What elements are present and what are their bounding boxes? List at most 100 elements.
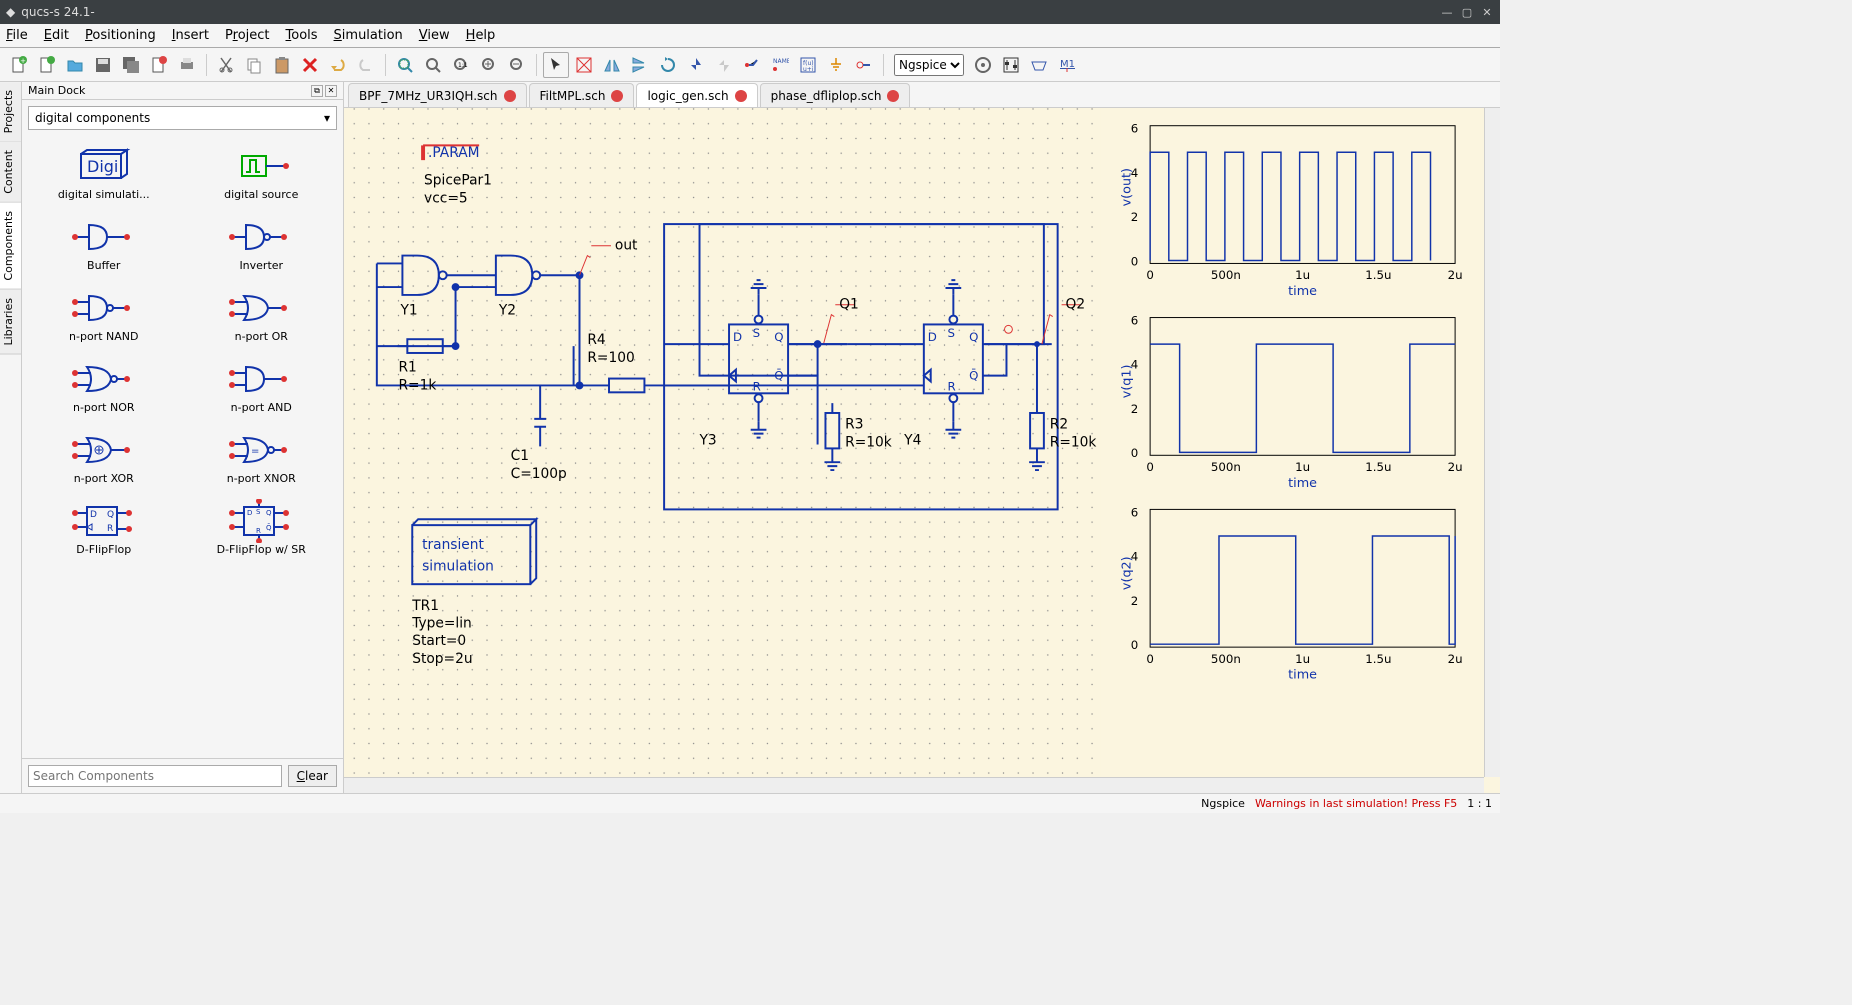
menu-edit[interactable]: Edit bbox=[44, 28, 69, 43]
clear-button[interactable]: Clear bbox=[288, 765, 337, 787]
menu-tools[interactable]: Tools bbox=[286, 28, 318, 43]
select-tool-button[interactable] bbox=[543, 52, 569, 78]
svg-text:D: D bbox=[90, 510, 97, 520]
component-nport-nand[interactable]: n-port NAND bbox=[28, 282, 180, 347]
zoom-11-button[interactable]: 1:1 bbox=[448, 52, 474, 78]
ground-tool-button[interactable] bbox=[823, 52, 849, 78]
menu-project[interactable]: Project bbox=[225, 28, 270, 43]
mirror-h-button[interactable] bbox=[599, 52, 625, 78]
svg-text:4: 4 bbox=[1131, 550, 1139, 564]
svg-text:u+i: u+i bbox=[803, 66, 814, 73]
svg-text:Q1: Q1 bbox=[839, 297, 859, 313]
equation-tool-button[interactable]: f(u)u+i bbox=[795, 52, 821, 78]
simulate-button[interactable] bbox=[970, 52, 996, 78]
wire-tool-button[interactable] bbox=[739, 52, 765, 78]
schematic-canvas[interactable]: .PARAM SpicePar1 vcc=5 bbox=[344, 108, 1484, 777]
menubar: File Edit Positioning Insert Project Too… bbox=[0, 24, 1500, 48]
component-label: Inverter bbox=[239, 259, 283, 272]
zoom-fit-button[interactable] bbox=[392, 52, 418, 78]
close-icon[interactable] bbox=[504, 90, 516, 102]
delete-button[interactable] bbox=[297, 52, 323, 78]
simulator-select[interactable]: Ngspice bbox=[894, 54, 964, 76]
paste-button[interactable] bbox=[269, 52, 295, 78]
tab-logic-gen[interactable]: logic_gen.sch bbox=[636, 83, 757, 107]
zoom-out-button[interactable] bbox=[504, 52, 530, 78]
tab-bpf[interactable]: BPF_7MHz_UR3IQH.sch bbox=[348, 83, 527, 107]
svg-text:vcc=5: vcc=5 bbox=[424, 190, 468, 206]
close-icon[interactable] bbox=[611, 90, 623, 102]
dock-close-button[interactable]: ✕ bbox=[325, 85, 337, 97]
close-file-button[interactable] bbox=[146, 52, 172, 78]
copy-button[interactable] bbox=[241, 52, 267, 78]
component-d-flipflop[interactable]: DQRD-FlipFlop bbox=[28, 495, 180, 560]
menu-file[interactable]: File bbox=[6, 28, 28, 43]
sidetab-components[interactable]: Components bbox=[0, 203, 21, 290]
component-nport-nor[interactable]: n-port NOR bbox=[28, 353, 180, 418]
tune-button[interactable] bbox=[998, 52, 1024, 78]
component-buffer[interactable]: Buffer bbox=[28, 211, 180, 276]
search-input[interactable] bbox=[28, 765, 282, 787]
print-button[interactable] bbox=[174, 52, 200, 78]
go-into-button[interactable] bbox=[683, 52, 709, 78]
component-d-flipflop-sr[interactable]: DSQRQ̄D-FlipFlop w/ SR bbox=[186, 495, 338, 560]
redo-button[interactable] bbox=[353, 52, 379, 78]
minimize-button[interactable]: — bbox=[1440, 5, 1454, 19]
component-nport-and[interactable]: n-port AND bbox=[186, 353, 338, 418]
save-button[interactable] bbox=[90, 52, 116, 78]
pop-out-button[interactable] bbox=[711, 52, 737, 78]
menu-insert[interactable]: Insert bbox=[172, 28, 209, 43]
vertical-scrollbar[interactable] bbox=[1484, 108, 1500, 777]
status-simulator: Ngspice bbox=[1201, 797, 1245, 810]
component-label: digital source bbox=[224, 188, 298, 201]
svg-text:0: 0 bbox=[1146, 652, 1154, 666]
show-messages-button[interactable] bbox=[1026, 52, 1052, 78]
main-area: Projects Content Components Libraries Ma… bbox=[0, 82, 1500, 793]
deactivate-tool-button[interactable] bbox=[571, 52, 597, 78]
menu-help[interactable]: Help bbox=[466, 28, 496, 43]
close-icon[interactable] bbox=[735, 90, 747, 102]
sidetab-content[interactable]: Content bbox=[0, 142, 21, 203]
svg-text:Y3: Y3 bbox=[699, 432, 717, 448]
component-label: D-FlipFlop bbox=[76, 543, 131, 556]
svg-text:Q2: Q2 bbox=[1066, 297, 1086, 313]
svg-text:R4: R4 bbox=[587, 332, 605, 348]
component-digital-source[interactable]: digital source bbox=[186, 140, 338, 205]
component-nport-or[interactable]: n-port OR bbox=[186, 282, 338, 347]
horizontal-scrollbar[interactable] bbox=[344, 777, 1484, 793]
menu-simulation[interactable]: Simulation bbox=[334, 28, 403, 43]
dock-float-button[interactable]: ⧉ bbox=[311, 85, 323, 97]
sidetab-projects[interactable]: Projects bbox=[0, 82, 21, 142]
component-inverter[interactable]: Inverter bbox=[186, 211, 338, 276]
component-nport-xor[interactable]: n-port XOR bbox=[28, 424, 180, 489]
dock-titlebar: Main Dock ⧉ ✕ bbox=[22, 82, 343, 100]
save-all-button[interactable] bbox=[118, 52, 144, 78]
close-button[interactable]: ✕ bbox=[1480, 5, 1494, 19]
maximize-button[interactable]: ▢ bbox=[1460, 5, 1474, 19]
cut-button[interactable] bbox=[213, 52, 239, 78]
component-category-select[interactable]: digital components ▾ bbox=[28, 106, 337, 130]
zoom-selection-button[interactable] bbox=[420, 52, 446, 78]
close-icon[interactable] bbox=[887, 90, 899, 102]
undo-button[interactable] bbox=[325, 52, 351, 78]
wire-label-tool-button[interactable]: NAME bbox=[767, 52, 793, 78]
statusbar: Ngspice Warnings in last simulation! Pre… bbox=[0, 793, 1500, 813]
sidetab-libraries[interactable]: Libraries bbox=[0, 290, 21, 355]
svg-text:1u: 1u bbox=[1295, 460, 1310, 474]
tab-filtmpl[interactable]: FiltMPL.sch bbox=[529, 83, 635, 107]
menu-view[interactable]: View bbox=[419, 28, 450, 43]
component-nport-xnor[interactable]: =n-port XNOR bbox=[186, 424, 338, 489]
rotate-button[interactable] bbox=[655, 52, 681, 78]
zoom-in-button[interactable] bbox=[476, 52, 502, 78]
new-text-button[interactable] bbox=[34, 52, 60, 78]
new-file-button[interactable]: + bbox=[6, 52, 32, 78]
open-button[interactable] bbox=[62, 52, 88, 78]
menu-positioning[interactable]: Positioning bbox=[85, 28, 156, 43]
svg-text:500n: 500n bbox=[1211, 652, 1241, 666]
mirror-v-button[interactable] bbox=[627, 52, 653, 78]
svg-text:Y2: Y2 bbox=[498, 303, 516, 319]
svg-text:Q̄: Q̄ bbox=[969, 368, 978, 382]
port-tool-button[interactable] bbox=[851, 52, 877, 78]
tab-phase-dfliplop[interactable]: phase_dfliplop.sch bbox=[760, 83, 911, 107]
component-digital-simulation[interactable]: Digidigital simulati... bbox=[28, 140, 180, 205]
marker-button[interactable]: M1 bbox=[1054, 52, 1080, 78]
